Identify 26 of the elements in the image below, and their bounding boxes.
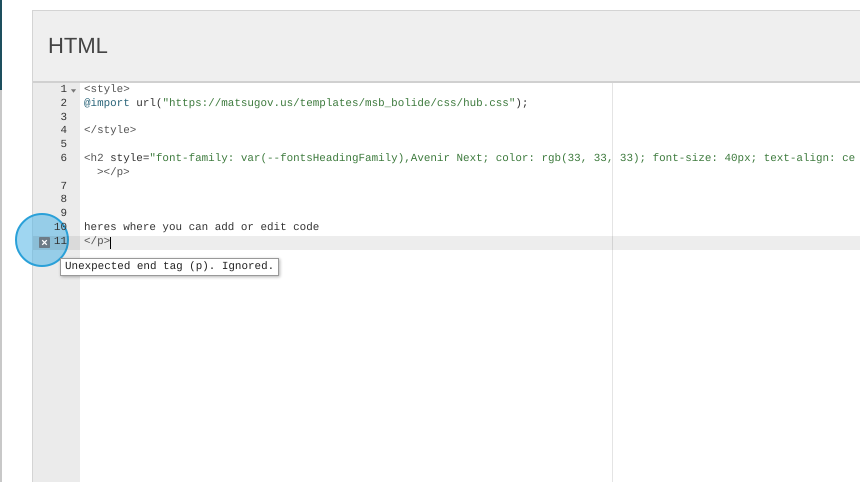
code-text: url( — [135, 98, 162, 112]
line-number: 6 — [60, 152, 67, 167]
line-number: 8 — [60, 194, 67, 208]
code-tag: ></p> — [97, 166, 130, 181]
code-text: heres where you can add or edit code — [84, 222, 320, 236]
code-tag: </p> — [84, 236, 110, 250]
panel-title: HTML — [48, 33, 108, 59]
code-text: style= — [109, 152, 150, 167]
line-number: 2 — [60, 98, 67, 112]
line-number: 1 — [60, 84, 67, 98]
line-number: 5 — [60, 139, 67, 153]
line-number: 9 — [60, 208, 67, 222]
error-icon[interactable] — [39, 236, 50, 248]
code-tag: </style> — [84, 125, 136, 140]
code-tag: <h2 — [84, 152, 104, 167]
line-number: 3 — [60, 112, 67, 126]
code-string: "font-family: var(--fontsHeadingFamily),Avenir Next; color: rgb(33, 33, 33); font-size: 40px; text-align: ce — [149, 152, 856, 167]
line-number: 7 — [60, 180, 67, 194]
line-number: 4 — [60, 125, 67, 140]
line-number: 11 — [54, 236, 67, 250]
code-keyword: @import — [84, 98, 130, 112]
code-tag: <style> — [84, 84, 130, 98]
code-text: ); — [515, 98, 528, 112]
code-string: "https://matsugov.us/templates/msb_bolide/css/hub.css" — [162, 98, 516, 112]
error-tooltip: Unexpected end tag (p). Ignored. — [60, 258, 280, 276]
fold-arrow-icon[interactable] — [70, 88, 77, 94]
